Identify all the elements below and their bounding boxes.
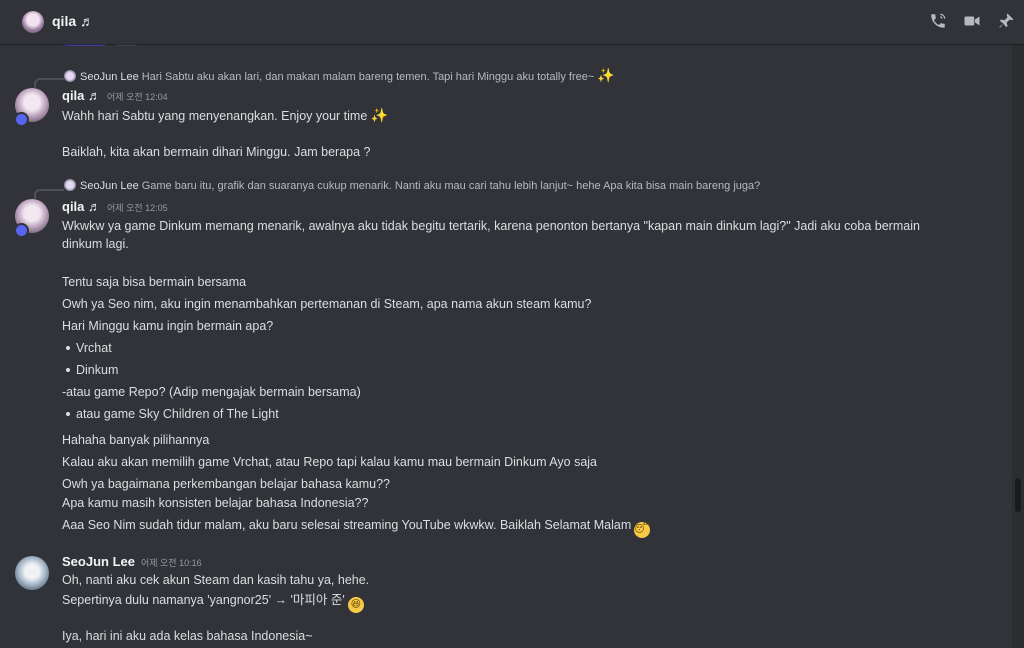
reply-avatar [64,70,76,82]
list-bullet [66,412,70,416]
author-name[interactable]: qila ♬ [62,199,101,214]
message-line: Hahaha banyak pilihannya [62,433,210,447]
avatar[interactable] [15,556,49,590]
reply-connector [34,78,64,88]
message-line: Kalau aku akan memilih game Vrchat, atau… [62,455,598,469]
list-item: Dinkum [76,363,119,377]
message-line: Iya, hari ini aku ada kelas bahasa Indon… [62,629,313,643]
message-line: Aaa Seo Nim sudah tidur malam, aku baru … [62,516,650,538]
message-header: qila ♬ 어제 오전 12:05 [62,198,168,216]
list-bullet [66,368,70,372]
pin-icon[interactable] [996,12,1016,32]
scroll-track[interactable] [1012,44,1024,648]
list-item: Vrchat [76,341,112,355]
message-line: dinkum lagi. [62,237,129,251]
message-line: Sepertinya dulu namanya 'yangnor25' → '마… [62,591,364,613]
phone-call-icon[interactable] [928,12,948,32]
reply-preview[interactable]: SeoJun Lee Game baru itu, grafik dan suar… [64,178,760,194]
channel-title[interactable]: qila ♬ [52,13,94,29]
message-line: Baiklah, kita akan bermain dihari Minggu… [62,145,371,159]
grinning-squint-emoji: 😆 [347,597,364,613]
sparkles-emoji: ✨ [597,67,615,83]
list-item: atau game Sky Children of The Light [76,407,279,421]
message-line: Tentu saja bisa bermain bersama [62,275,247,289]
video-call-icon[interactable] [962,12,982,32]
reply-preview[interactable]: SeoJun Lee Hari Sabtu aku akan lari, dan … [64,67,615,83]
dm-user-avatar[interactable] [22,11,44,33]
message-header: qila ♬ 어제 오전 12:04 [62,87,168,105]
message-line: Apa kamu masih konsisten belajar bahasa … [62,496,369,510]
nitro-badge-icon [14,223,29,238]
timestamp: 어제 오전 10:16 [140,558,202,568]
message-line: Wkwkw ya game Dinkum memang menarik, awa… [62,219,920,233]
message-line: Owh ya Seo nim, aku ingin menambahkan pe… [62,297,592,311]
reply-author[interactable]: SeoJun Lee [80,71,139,83]
sparkles-emoji: ✨ [370,107,389,123]
reply-text: Hari Sabtu aku akan lari, dan makan mala… [141,71,595,83]
timestamp: 어제 오전 12:05 [107,203,168,213]
message-line: -atau game Repo? (Adip mengajak bermain … [62,385,361,399]
timestamp: 어제 오전 12:04 [107,92,168,102]
author-name[interactable]: qila ♬ [62,88,101,103]
nitro-badge-icon [14,112,29,127]
channel-header: qila ♬ [0,0,1024,44]
reply-connector [34,189,64,199]
message-line: Wahh hari Sabtu yang menyenangkan. Enjoy… [62,107,389,123]
message-line: Owh ya bagaimana perkembangan belajar ba… [62,477,390,491]
reply-author[interactable]: SeoJun Lee [80,180,139,192]
list-bullet [66,346,70,350]
message-line: Oh, nanti aku cek akun Steam dan kasih t… [62,573,370,587]
message-line: Hari Minggu kamu ingin bermain apa? [62,319,274,333]
message-header: SeoJun Lee 어제 오전 10:16 [62,553,202,571]
reply-avatar [64,179,76,191]
scrollbar-thumb[interactable] [1015,478,1021,512]
author-name[interactable]: SeoJun Lee [62,554,135,569]
reply-text: Game baru itu, grafik dan suaranya cukup… [141,180,761,192]
sleepy-face-emoji: 😴 [634,522,650,538]
